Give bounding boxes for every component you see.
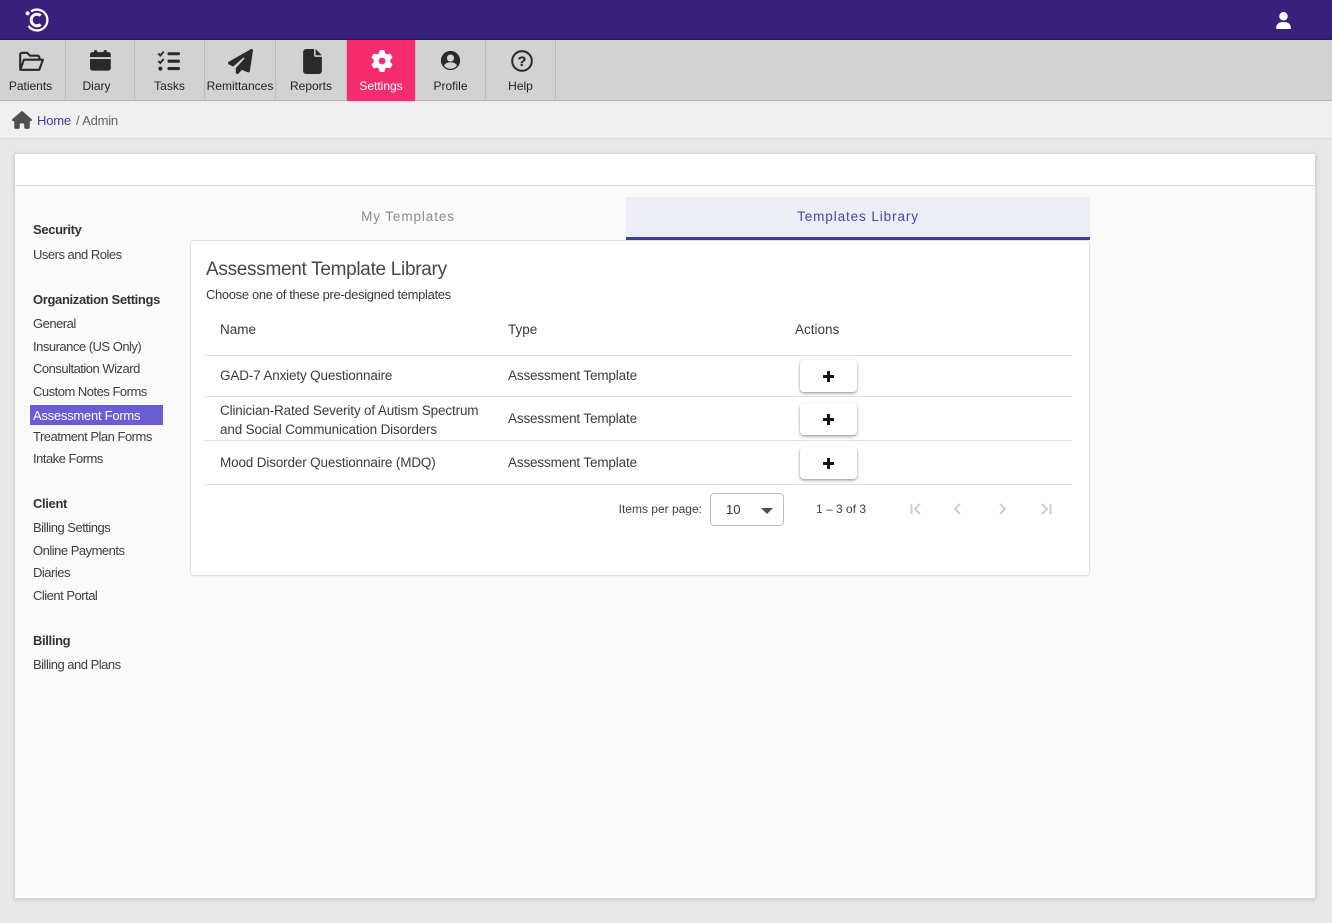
svg-text:?: ?: [518, 54, 527, 70]
